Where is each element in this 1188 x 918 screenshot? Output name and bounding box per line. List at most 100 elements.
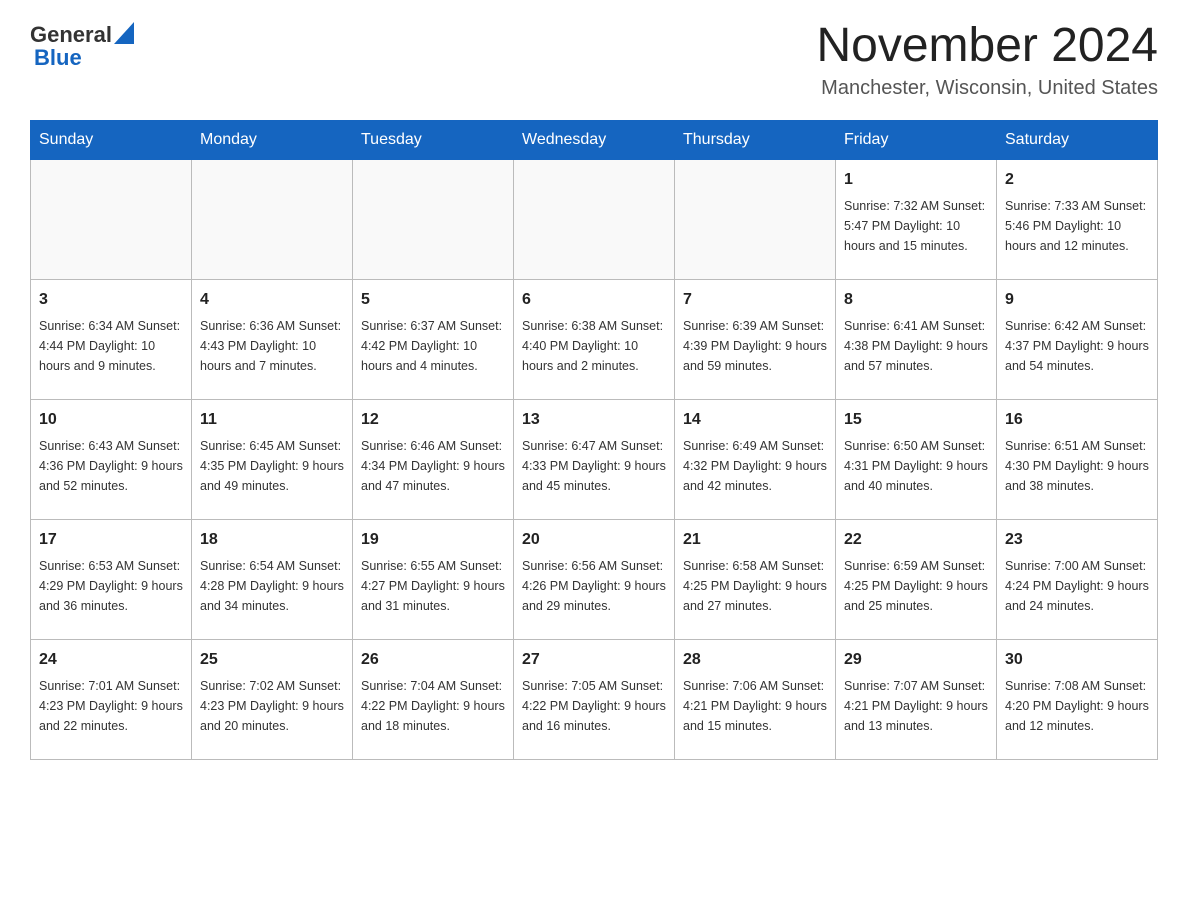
- day-info: Sunrise: 6:43 AM Sunset: 4:36 PM Dayligh…: [39, 436, 183, 496]
- table-row: 22 Sunrise: 6:59 AM Sunset: 4:25 PM Dayli…: [836, 519, 997, 639]
- col-tuesday: Tuesday: [353, 120, 514, 159]
- day-number: 5: [361, 288, 505, 312]
- table-row: 6 Sunrise: 6:38 AM Sunset: 4:40 PM Daylig…: [514, 279, 675, 399]
- day-number: 23: [1005, 528, 1149, 552]
- logo: General Blue: [30, 20, 134, 71]
- day-number: 3: [39, 288, 183, 312]
- table-row: [675, 159, 836, 279]
- table-row: [31, 159, 192, 279]
- day-info: Sunrise: 7:06 AM Sunset: 4:21 PM Dayligh…: [683, 676, 827, 736]
- table-row: 13 Sunrise: 6:47 AM Sunset: 4:33 PM Dayli…: [514, 399, 675, 519]
- day-number: 19: [361, 528, 505, 552]
- table-row: 18Sunrise: 6:54 AM Sunset: 4:28 PM Dayli…: [192, 519, 353, 639]
- col-sunday: Sunday: [31, 120, 192, 159]
- col-monday: Monday: [192, 120, 353, 159]
- day-number: 29: [844, 648, 988, 672]
- day-info: Sunrise: 7:05 AM Sunset: 4:22 PM Dayligh…: [522, 676, 666, 736]
- table-row: 20 Sunrise: 6:56 AM Sunset: 4:26 PM Dayli…: [514, 519, 675, 639]
- day-number: 27: [522, 648, 666, 672]
- day-info: Sunrise: 7:07 AM Sunset: 4:21 PM Dayligh…: [844, 676, 988, 736]
- location-subtitle: Manchester, Wisconsin, United States: [816, 77, 1158, 100]
- table-row: 24Sunrise: 7:01 AM Sunset: 4:23 PM Dayli…: [31, 639, 192, 759]
- table-row: 2Sunrise: 7:33 AM Sunset: 5:46 PM Daylig…: [997, 159, 1158, 279]
- week-row-1: 1Sunrise: 7:32 AM Sunset: 5:47 PM Daylig…: [31, 159, 1158, 279]
- day-number: 22: [844, 528, 988, 552]
- day-number: 14: [683, 408, 827, 432]
- week-row-4: 17 Sunrise: 6:53 AM Sunset: 4:29 PM Dayli…: [31, 519, 1158, 639]
- day-number: 30: [1005, 648, 1149, 672]
- day-info: Sunrise: 7:02 AM Sunset: 4:23 PM Dayligh…: [200, 676, 344, 736]
- table-row: 12 Sunrise: 6:46 AM Sunset: 4:34 PM Dayli…: [353, 399, 514, 519]
- table-row: 11 Sunrise: 6:45 AM Sunset: 4:35 PM Dayli…: [192, 399, 353, 519]
- month-year-title: November 2024: [816, 20, 1158, 73]
- day-number: 17: [39, 528, 183, 552]
- table-row: 17 Sunrise: 6:53 AM Sunset: 4:29 PM Dayli…: [31, 519, 192, 639]
- table-row: 16 Sunrise: 6:51 AM Sunset: 4:30 PM Dayli…: [997, 399, 1158, 519]
- table-row: [514, 159, 675, 279]
- header-row: Sunday Monday Tuesday Wednesday Thursday…: [31, 120, 1158, 159]
- day-number: 10: [39, 408, 183, 432]
- table-row: 3 Sunrise: 6:34 AM Sunset: 4:44 PM Daylig…: [31, 279, 192, 399]
- day-info: Sunrise: 7:01 AM Sunset: 4:23 PM Dayligh…: [39, 676, 183, 736]
- day-info: Sunrise: 7:32 AM Sunset: 5:47 PM Dayligh…: [844, 196, 988, 256]
- table-row: 4Sunrise: 6:36 AM Sunset: 4:43 PM Daylig…: [192, 279, 353, 399]
- week-row-5: 24Sunrise: 7:01 AM Sunset: 4:23 PM Dayli…: [31, 639, 1158, 759]
- day-number: 21: [683, 528, 827, 552]
- day-info: Sunrise: 6:55 AM Sunset: 4:27 PM Dayligh…: [361, 556, 505, 616]
- table-row: 27 Sunrise: 7:05 AM Sunset: 4:22 PM Dayli…: [514, 639, 675, 759]
- table-row: 9Sunrise: 6:42 AM Sunset: 4:37 PM Daylig…: [997, 279, 1158, 399]
- day-number: 28: [683, 648, 827, 672]
- day-info: Sunrise: 6:49 AM Sunset: 4:32 PM Dayligh…: [683, 436, 827, 496]
- day-info: Sunrise: 7:00 AM Sunset: 4:24 PM Dayligh…: [1005, 556, 1149, 616]
- day-info: Sunrise: 6:51 AM Sunset: 4:30 PM Dayligh…: [1005, 436, 1149, 496]
- day-number: 11: [200, 408, 344, 432]
- logo-blue: Blue: [34, 45, 82, 70]
- day-number: 13: [522, 408, 666, 432]
- table-row: 26 Sunrise: 7:04 AM Sunset: 4:22 PM Dayli…: [353, 639, 514, 759]
- table-row: 19 Sunrise: 6:55 AM Sunset: 4:27 PM Dayli…: [353, 519, 514, 639]
- day-info: Sunrise: 6:45 AM Sunset: 4:35 PM Dayligh…: [200, 436, 344, 496]
- week-row-3: 10 Sunrise: 6:43 AM Sunset: 4:36 PM Dayli…: [31, 399, 1158, 519]
- table-row: 23 Sunrise: 7:00 AM Sunset: 4:24 PM Dayli…: [997, 519, 1158, 639]
- day-info: Sunrise: 6:56 AM Sunset: 4:26 PM Dayligh…: [522, 556, 666, 616]
- table-row: 8 Sunrise: 6:41 AM Sunset: 4:38 PM Daylig…: [836, 279, 997, 399]
- day-number: 16: [1005, 408, 1149, 432]
- day-number: 2: [1005, 168, 1149, 192]
- table-row: 5 Sunrise: 6:37 AM Sunset: 4:42 PM Daylig…: [353, 279, 514, 399]
- day-number: 26: [361, 648, 505, 672]
- day-info: Sunrise: 6:53 AM Sunset: 4:29 PM Dayligh…: [39, 556, 183, 616]
- calendar-table: Sunday Monday Tuesday Wednesday Thursday…: [30, 120, 1158, 760]
- day-info: Sunrise: 6:38 AM Sunset: 4:40 PM Dayligh…: [522, 316, 666, 376]
- col-saturday: Saturday: [997, 120, 1158, 159]
- day-number: 7: [683, 288, 827, 312]
- day-info: Sunrise: 6:47 AM Sunset: 4:33 PM Dayligh…: [522, 436, 666, 496]
- col-friday: Friday: [836, 120, 997, 159]
- col-thursday: Thursday: [675, 120, 836, 159]
- table-row: 30Sunrise: 7:08 AM Sunset: 4:20 PM Dayli…: [997, 639, 1158, 759]
- table-row: 25 Sunrise: 7:02 AM Sunset: 4:23 PM Dayli…: [192, 639, 353, 759]
- day-info: Sunrise: 6:58 AM Sunset: 4:25 PM Dayligh…: [683, 556, 827, 616]
- page-header: General Blue November 2024 Manchester, W…: [30, 20, 1158, 100]
- table-row: 1Sunrise: 7:32 AM Sunset: 5:47 PM Daylig…: [836, 159, 997, 279]
- day-info: Sunrise: 6:41 AM Sunset: 4:38 PM Dayligh…: [844, 316, 988, 376]
- table-row: [353, 159, 514, 279]
- table-row: 15Sunrise: 6:50 AM Sunset: 4:31 PM Dayli…: [836, 399, 997, 519]
- day-info: Sunrise: 6:46 AM Sunset: 4:34 PM Dayligh…: [361, 436, 505, 496]
- table-row: 29 Sunrise: 7:07 AM Sunset: 4:21 PM Dayli…: [836, 639, 997, 759]
- day-info: Sunrise: 6:37 AM Sunset: 4:42 PM Dayligh…: [361, 316, 505, 376]
- day-info: Sunrise: 6:59 AM Sunset: 4:25 PM Dayligh…: [844, 556, 988, 616]
- day-number: 18: [200, 528, 344, 552]
- day-number: 20: [522, 528, 666, 552]
- table-row: 14 Sunrise: 6:49 AM Sunset: 4:32 PM Dayli…: [675, 399, 836, 519]
- day-info: Sunrise: 6:34 AM Sunset: 4:44 PM Dayligh…: [39, 316, 183, 376]
- logo-general: General: [30, 22, 112, 48]
- day-number: 6: [522, 288, 666, 312]
- day-info: Sunrise: 6:36 AM Sunset: 4:43 PM Dayligh…: [200, 316, 344, 376]
- table-row: [192, 159, 353, 279]
- day-info: Sunrise: 6:42 AM Sunset: 4:37 PM Dayligh…: [1005, 316, 1149, 376]
- day-info: Sunrise: 7:04 AM Sunset: 4:22 PM Dayligh…: [361, 676, 505, 736]
- day-number: 12: [361, 408, 505, 432]
- day-info: Sunrise: 6:50 AM Sunset: 4:31 PM Dayligh…: [844, 436, 988, 496]
- day-number: 8: [844, 288, 988, 312]
- day-number: 25: [200, 648, 344, 672]
